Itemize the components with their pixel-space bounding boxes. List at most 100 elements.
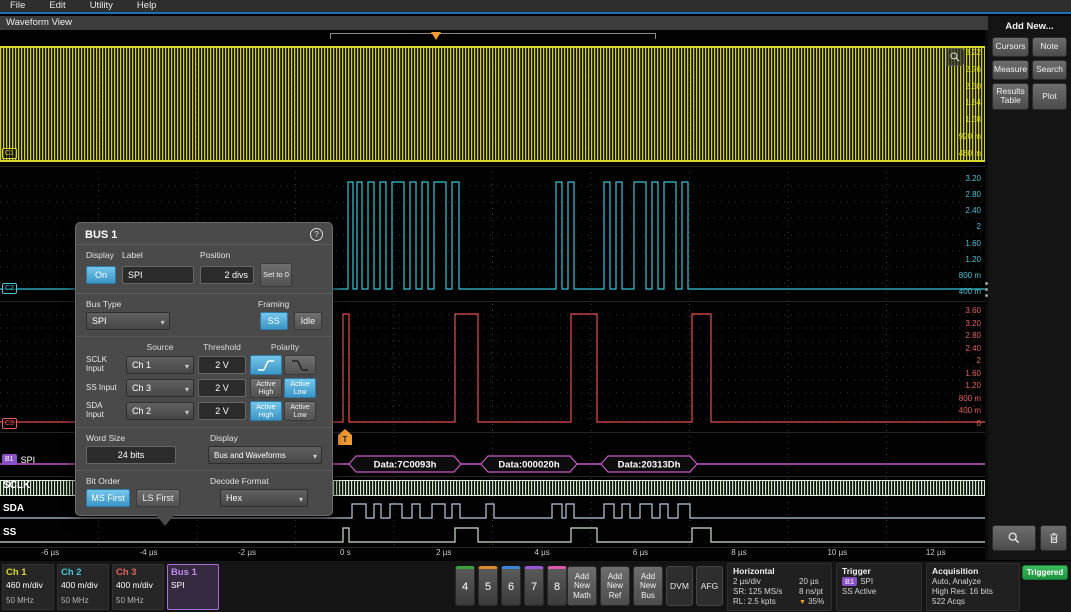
channel-badge[interactable]: Ch 3 400 m/div 50 MHz	[112, 564, 164, 610]
sclk-threshold-input[interactable]: 2 V	[198, 356, 246, 374]
bus-frame-data: Data:000020h	[498, 460, 559, 471]
bus-position-input[interactable]: 2 divs	[200, 266, 254, 284]
add-new-button[interactable]: Add New Ref	[600, 566, 630, 606]
splitter-handle[interactable]	[985, 282, 988, 297]
time-label: -2 µs	[198, 548, 296, 557]
acquisition-panel[interactable]: Acquisition Auto, Analyze High Res: 16 b…	[926, 563, 1020, 611]
channel-badge[interactable]: Bus 1 SPI	[167, 564, 219, 610]
channel-scale: SPI	[171, 580, 215, 590]
trigger-title: Trigger	[842, 566, 916, 576]
trash-icon	[1047, 531, 1061, 545]
scale-label: 3.60	[965, 306, 981, 315]
scale-label: 1.60	[965, 369, 981, 378]
display-label-position-section: Display Label Position On SPI 2 divs Set…	[76, 245, 332, 294]
sda-input-label: SDA Input	[86, 402, 122, 420]
ch1-ref-marker[interactable]: C1	[2, 148, 17, 159]
bus-display-toggle[interactable]: On	[86, 266, 116, 284]
channel-scale: 400 m/div	[116, 580, 160, 590]
channel-name: Ch 1	[6, 567, 50, 578]
bus-type-dropdown[interactable]: SPI	[86, 312, 170, 330]
bus-type-label: Bus Type	[86, 299, 258, 309]
word-size-input[interactable]: 24 bits	[86, 446, 176, 464]
sidebar-button[interactable]: Results Table	[992, 83, 1029, 110]
sda-active-high-button[interactable]: Active High	[250, 401, 282, 421]
zoom-overview-bracket[interactable]	[330, 33, 656, 39]
inactive-channel-button[interactable]: 5	[478, 566, 498, 606]
add-new-button[interactable]: Add New Math	[567, 566, 597, 606]
ls-first-button[interactable]: LS First	[136, 489, 180, 507]
trash-button[interactable]	[1040, 525, 1067, 551]
sclk-source-dropdown[interactable]: Ch 1	[126, 356, 194, 374]
add-new-button[interactable]: Add New Bus	[633, 566, 663, 606]
sidebar-button[interactable]: Search	[1032, 60, 1067, 80]
bus-label-input[interactable]: SPI	[122, 266, 194, 284]
zoom-button[interactable]	[992, 525, 1036, 551]
bit-order-decode-section: Bit Order Decode Format MS First LS Firs…	[76, 471, 332, 515]
display-mode-dropdown[interactable]: Bus and Waveforms	[208, 446, 322, 464]
menu-items: File Edit Utility Help	[0, 0, 1071, 12]
ss-row-label: SS	[3, 527, 16, 538]
ch3-ref-marker[interactable]: C3	[2, 418, 17, 429]
menu-item[interactable]: Help	[137, 0, 157, 12]
trigger-panel[interactable]: Trigger B1 SPI SS Active	[836, 563, 922, 611]
channel-badge[interactable]: Ch 2 400 m/div 50 MHz	[57, 564, 109, 610]
inactive-channel-button[interactable]: 6	[501, 566, 521, 606]
bus-ref-marker[interactable]: B1 SPI	[2, 454, 35, 465]
ms-first-button[interactable]: MS First	[86, 489, 130, 507]
resolution: 8 ns/pt	[799, 587, 826, 596]
afg-button[interactable]: AFG	[696, 566, 723, 606]
bus-type-framing-section: Bus Type Framing SPI SS Idle	[76, 294, 332, 337]
scale-label: 2.80	[965, 331, 981, 340]
right-sidebar: Add New... CursorsNoteMeasureSearchResul…	[988, 16, 1071, 560]
time-label: 4 µs	[493, 548, 591, 557]
framing-ss-button[interactable]: SS	[260, 312, 288, 330]
ss-active-low-button[interactable]: Active Low	[284, 378, 316, 398]
framing-idle-button[interactable]: Idle	[294, 312, 322, 330]
label-label: Label	[122, 250, 200, 260]
sclk-polarity-rising-button[interactable]	[250, 355, 282, 375]
ss-active-high-button[interactable]: Active High	[250, 378, 282, 398]
decode-format-dropdown[interactable]: Hex	[220, 489, 308, 507]
scale-label: 3.22	[965, 48, 981, 57]
sda-source-dropdown[interactable]: Ch 2	[126, 402, 194, 420]
scale-label: 400 m	[959, 406, 981, 415]
sclk-polarity-falling-button[interactable]	[284, 355, 316, 375]
decode-format-label: Decode Format	[210, 476, 269, 486]
scale-label: 800 m	[959, 394, 981, 403]
sidebar-button[interactable]: Plot	[1032, 83, 1067, 110]
scale-label: 0	[977, 419, 981, 428]
source-header: Source	[126, 342, 194, 352]
channel-bandwidth: 50 MHz	[61, 596, 105, 605]
help-icon[interactable]: ?	[310, 228, 323, 241]
ss-source-dropdown[interactable]: Ch 3	[126, 379, 194, 397]
sidebar-button[interactable]: Note	[1032, 37, 1067, 57]
sidebar-button[interactable]: Measure	[992, 60, 1029, 80]
menu-item[interactable]: Utility	[90, 0, 113, 12]
ss-input-label: SS Input	[86, 384, 122, 393]
inactive-channel-button[interactable]: 8	[547, 566, 567, 606]
ss-threshold-input[interactable]: 2 V	[198, 379, 246, 397]
polarity-header: Polarity	[252, 342, 318, 352]
source-threshold-polarity-section: Source Threshold Polarity SCLK Input Ch …	[76, 337, 332, 428]
horizontal-scale: 2 µs/div	[733, 577, 795, 586]
magnifier-icon[interactable]	[946, 48, 964, 66]
sidebar-button[interactable]: Cursors	[992, 37, 1029, 57]
dvm-afg-group: DVM AFG	[666, 566, 723, 606]
ch2-ref-marker[interactable]: C2	[2, 283, 17, 294]
inactive-channel-button[interactable]: 4	[455, 566, 475, 606]
dvm-button[interactable]: DVM	[666, 566, 693, 606]
menu-item[interactable]: File	[10, 0, 25, 12]
sda-active-low-button[interactable]: Active Low	[284, 401, 316, 421]
channel-badge[interactable]: Ch 1 460 m/div 50 MHz	[2, 564, 54, 610]
sidebar-tools	[992, 525, 1067, 551]
dialog-header[interactable]: BUS 1 ?	[76, 223, 332, 245]
menu-item[interactable]: Edit	[49, 0, 65, 12]
sda-threshold-input[interactable]: 2 V	[198, 402, 246, 420]
set-to-zero-button[interactable]: Set to 0	[260, 263, 292, 287]
horizontal-panel[interactable]: Horizontal 2 µs/div 20 µs SR: 125 MS/s 8…	[727, 563, 832, 611]
trigger-source-badge: B1	[842, 577, 857, 586]
inactive-channel-button[interactable]: 7	[524, 566, 544, 606]
waveform-view-tab[interactable]: Waveform View	[0, 16, 988, 30]
time-axis: -6 µs-4 µs-2 µs0 s2 µs4 µs6 µs8 µs10 µs1…	[1, 548, 985, 557]
oscilloscope-screen: File Edit Utility Help Waveform View	[0, 0, 1071, 612]
